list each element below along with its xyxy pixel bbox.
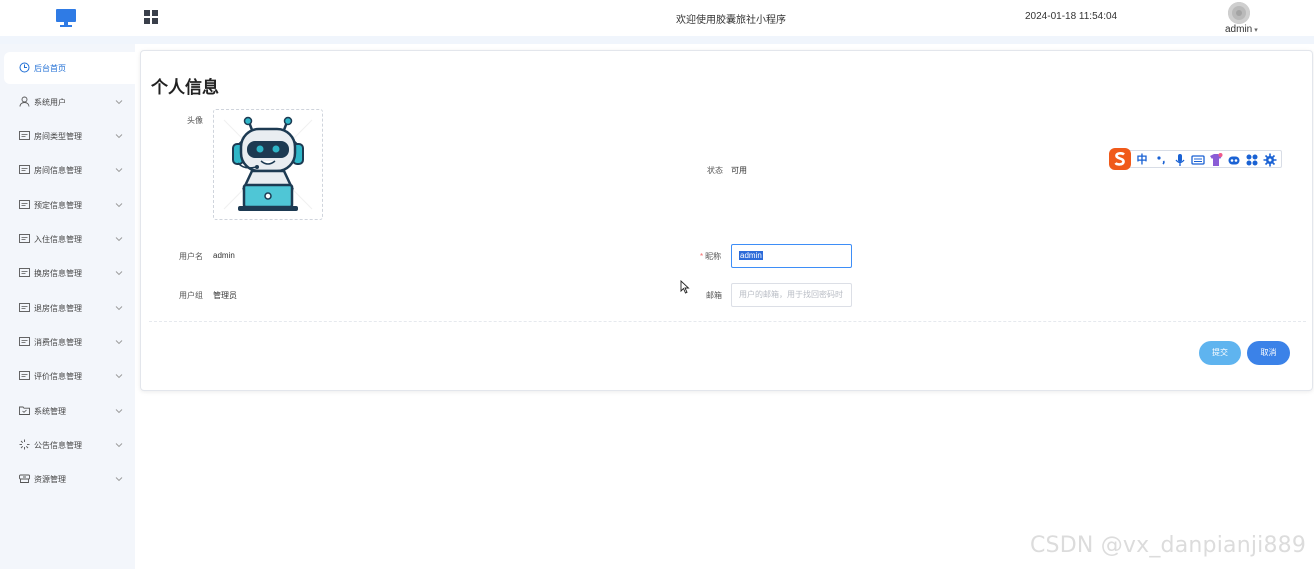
card-icon [19,234,30,243]
sidebar-item-label: 系统用户 [34,98,66,107]
user-icon [19,96,30,107]
microphone-icon[interactable] [1172,152,1188,168]
nickname-value: admin [739,251,763,260]
email-input[interactable]: 用户的邮箱，用于找回密码时 [731,283,852,307]
chevron-down-icon: ▾ [1254,27,1258,34]
chevron-down-icon [115,443,123,448]
watermark-text: CSDN @vx_danpianji889 [1030,533,1307,558]
sidebar-item-label: 退房信息管理 [34,304,82,313]
sidebar-item-system-management[interactable]: 系统管理 [4,395,135,427]
chevron-down-icon [115,100,123,105]
skin-icon[interactable] [1208,152,1224,168]
page-title: 个人信息 [151,78,219,97]
sidebar-item-label: 资源管理 [34,475,66,484]
nickname-label: * 昵称 [700,251,721,262]
ime-mode-toggle[interactable]: 中 [1134,152,1150,168]
card-icon [19,131,30,140]
sidebar-item-system-users[interactable]: 系统用户 [4,86,135,118]
sidebar-item-label: 系统管理 [34,407,66,416]
sidebar-item-room-change-info[interactable]: 换房信息管理 [4,257,135,289]
user-group-label: 用户组 [179,291,203,300]
sidebar-item-label: 后台首页 [34,64,66,73]
sidebar-item-label: 换房信息管理 [34,269,82,278]
nickname-label-text: 昵称 [705,252,722,261]
sidebar-item-resource-management[interactable]: 资源管理 [4,463,135,495]
box-icon [19,474,30,483]
sidebar-item-review-info[interactable]: 评价信息管理 [4,360,135,392]
robot-icon[interactable] [1226,152,1242,168]
sidebar-item-label: 消费信息管理 [34,338,82,347]
card-icon [19,337,30,346]
user-group-value: 管理员 [213,291,237,300]
email-placeholder: 用户的邮箱，用于找回密码时 [739,290,843,299]
nickname-input[interactable]: admin [731,244,852,268]
chevron-down-icon [115,477,123,482]
sidebar-item-consumption-info[interactable]: 消费信息管理 [4,326,135,358]
chevron-down-icon [115,409,123,414]
datetime-display: 2024-01-18 11:54:04 [1025,11,1118,22]
sogou-logo-icon[interactable] [1108,147,1132,171]
chevron-down-icon [115,306,123,311]
sidebar-item-label: 公告信息管理 [34,441,82,450]
keyboard-icon[interactable] [1190,152,1206,168]
folder-icon [19,406,30,415]
username-label: 用户名 [179,252,203,261]
mouse-cursor-icon [680,280,690,294]
sidebar-item-room-info[interactable]: 房间信息管理 [4,154,135,186]
sidebar-item-booking-info[interactable]: 预定信息管理 [4,189,135,221]
card-icon [19,303,30,312]
sidebar-item-room-types[interactable]: 房间类型管理 [4,120,135,152]
card-icon [19,165,30,174]
chevron-down-icon [115,134,123,139]
chevron-down-icon [115,271,123,276]
chevron-down-icon [115,237,123,242]
card-icon [19,268,30,277]
form-divider [149,321,1306,322]
sidebar-item-checkin-info[interactable]: 入住信息管理 [4,223,135,255]
top-header: 欢迎使用胶囊旅社小程序 2024-01-18 11:54:04 admin ▾ [0,0,1314,36]
username-value: admin [213,251,235,260]
robot-avatar-icon [223,116,313,211]
sidebar-item-label: 预定信息管理 [34,201,82,210]
chevron-down-icon [115,203,123,208]
chevron-down-icon [115,374,123,379]
settings-icon[interactable] [1262,152,1278,168]
user-menu[interactable]: admin ▾ [1225,24,1258,35]
avatar-upload[interactable] [213,109,323,220]
loading-icon [19,439,30,450]
sidebar-item-announcement-info[interactable]: 公告信息管理 [4,429,135,461]
sidebar-item-checkout-info[interactable]: 退房信息管理 [4,292,135,324]
avatar-image-icon [1228,2,1250,24]
chevron-down-icon [115,340,123,345]
apps-icon[interactable] [1244,152,1260,168]
card-icon [19,371,30,380]
cancel-button[interactable]: 取消 [1247,341,1290,365]
clock-icon [19,62,30,73]
chevron-down-icon [115,168,123,173]
sidebar-item-label: 评价信息管理 [34,372,82,381]
punctuation-icon[interactable] [1154,152,1170,168]
header-divider [0,36,1314,44]
user-name-label: admin [1225,24,1253,35]
user-avatar[interactable] [1228,2,1250,24]
sidebar-item-label: 房间信息管理 [34,166,82,175]
submit-button[interactable]: 提交 [1199,341,1241,365]
sidebar: 后台首页 系统用户 房间类型管理 房间信息管理 预定信息管理 入住信息管理 换房… [0,44,135,569]
sidebar-item-label: 房间类型管理 [34,132,82,141]
status-value: 可用 [731,166,747,175]
status-label: 状态 [707,166,723,175]
profile-card: 个人信息 头像 状态 可用 用户名 admin 用户组 管理员 * 昵称 adm… [140,50,1313,391]
email-label: 邮箱 [706,291,722,300]
ime-toolbar: 中 [1108,147,1282,171]
card-icon [19,200,30,209]
required-marker: * [700,252,704,261]
sidebar-item-home[interactable]: 后台首页 [4,52,135,84]
sidebar-item-label: 入住信息管理 [34,235,82,244]
avatar-label: 头像 [187,116,203,125]
